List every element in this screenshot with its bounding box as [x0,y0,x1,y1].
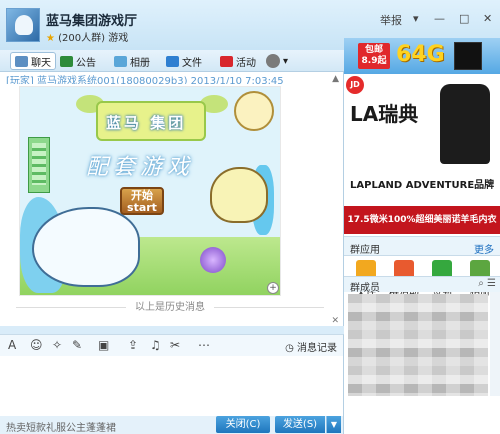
group-avatar[interactable] [6,8,40,42]
ad-badge-line1: 包邮 [364,45,383,55]
close-window-button[interactable]: ✕ [483,12,492,25]
tab-events-label: 活动 [236,57,256,69]
input-toolbar: A ☺ ✧ ✎ ▣ ⇪ ♫ ✂ ⋯ ◷ 消息记录 [0,334,344,356]
megaphone-icon [60,55,73,67]
main-toolbar: 聊天 公告 相册 文件 活动 ▾ [0,50,344,72]
settings-arrow-icon: ▾ [283,55,289,67]
member-list[interactable] [348,294,488,396]
clock-icon: ◷ [285,343,294,354]
message-record-label: 消息记录 [297,343,337,354]
ad-price-badge: 包邮 8.9起 [358,43,390,69]
screenshot-scissors-icon[interactable]: ✂ [170,338,180,352]
settings-menu[interactable]: ▾ [266,52,288,70]
send-button[interactable]: 发送(S) [275,416,325,433]
bottom-bar: 热卖短款礼服公主蓬蓬裙 关闭(C) 发送(S) ▼ [0,416,344,434]
folder-icon [166,55,179,67]
tab-events[interactable]: 活动 [220,52,256,70]
group-meta: ★ (200人群) 游戏 [46,29,128,44]
collapse-icon[interactable]: ✕ [331,316,339,326]
jd-logo: JD [346,76,364,94]
magic-orb [200,247,226,273]
tab-announcement[interactable]: 公告 [60,52,96,70]
group-name[interactable]: 蓝马集团游戏厅 [46,10,137,29]
tab-chat-label: 聊天 [31,57,51,69]
group-members-header: 群成员 ⌕ ☰ [344,276,500,294]
pony-flying [234,91,274,131]
flag-icon [220,55,233,67]
music-icon[interactable]: ♫ [150,338,161,352]
poster-building [28,137,50,193]
photo-icon [114,55,127,67]
font-icon[interactable]: A [8,338,16,352]
group-meta-text: (200人群) 游戏 [58,33,129,44]
poster-title-box: 蓝马 集团 [96,101,206,141]
tab-album[interactable]: 相册 [114,52,150,70]
poster-subtitle: 配套游戏 [86,155,195,180]
member-list-scrollbar[interactable] [490,292,500,396]
upload-icon[interactable]: ⇪ [128,338,138,352]
history-label: 以上是历史消息 [135,302,205,313]
close-button[interactable]: 关闭(C) [216,416,270,433]
bottom-ad-link[interactable]: 热卖短款礼服公主蓬蓬裙 [6,419,116,434]
poster-title: 蓝马 集团 [106,114,187,132]
history-divider: 以上是历史消息 [0,298,340,313]
scroll-up-icon[interactable]: ▲ [332,74,339,84]
thermal-shirt-image [440,84,490,164]
tab-album-label: 相册 [130,57,150,69]
maximize-button[interactable]: □ [459,12,469,25]
right-panel: 包邮 8.9起 64G JD LA瑞典 LAPLAND ADVENTURE品牌 … [344,38,500,434]
magic-wand-icon[interactable]: ✧ [52,338,62,352]
group-apps-header: 群应用 更多 [344,236,500,256]
minimize-button[interactable]: — [434,12,445,25]
nudge-icon[interactable]: ✎ [72,338,82,352]
image-icon[interactable]: ▣ [98,338,109,352]
ad-slogan: LAPLAND ADVENTURE品牌 [350,180,495,191]
more-tools-icon[interactable]: ⋯ [198,338,210,352]
group-apps-more-link[interactable]: 更多 [474,241,494,256]
game-poster-image[interactable]: 蓝马 集团 配套游戏 开始 start + [19,86,281,296]
ad-capacity: 64G [396,42,445,67]
pony-left [32,207,140,287]
star-icon: ★ [46,33,55,44]
message-sender-line: [玩家] 蓝马游戏系统001(18080029b3) 2013/1/10 7:0… [6,76,284,84]
tab-announcement-label: 公告 [76,57,96,69]
group-members-title: 群成员 [350,283,380,294]
message-input[interactable] [0,356,344,416]
message-record-button[interactable]: ◷ 消息记录 [285,339,337,354]
poster-start-button: 开始 start [120,187,164,215]
ad-brand: LA瑞典 [350,102,419,126]
pony-right [210,167,268,223]
ad-badge-line2: 8.9起 [361,56,387,66]
start-label-en: start [127,201,157,214]
memory-card-image [454,42,482,70]
chat-history[interactable]: [玩家] 蓝马游戏系统001(18080029b3) 2013/1/10 7:0… [0,72,344,326]
send-options-icon[interactable]: ▼ [326,416,341,433]
menu-dropdown-icon[interactable]: ▾ [413,12,419,25]
zoom-in-icon[interactable]: + [267,282,279,294]
tab-files[interactable]: 文件 [166,52,202,70]
report-link[interactable]: 举报 [380,12,402,28]
tab-chat[interactable]: 聊天 [10,52,56,70]
group-apps-title: 群应用 [350,245,380,256]
ad-banner-top[interactable]: 包邮 8.9起 64G [344,38,500,74]
member-search-icon[interactable]: ⌕ ☰ [478,278,496,289]
ad-offer: 17.5微米100%超细美丽诺羊毛内衣 [344,206,500,234]
tab-files-label: 文件 [182,57,202,69]
gear-icon [266,54,280,68]
ad-banner-main[interactable]: JD LA瑞典 LAPLAND ADVENTURE品牌 17.5微米100%超细… [344,74,500,234]
emoji-icon[interactable]: ☺ [30,338,43,352]
chat-bubble-icon [15,55,28,67]
